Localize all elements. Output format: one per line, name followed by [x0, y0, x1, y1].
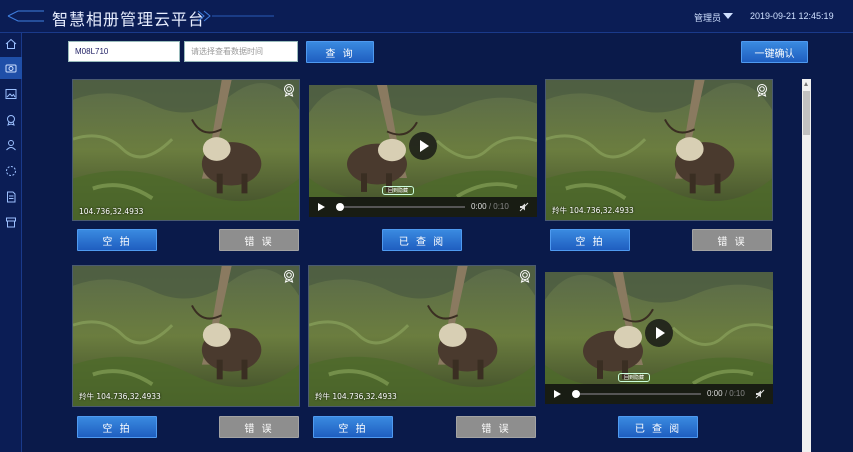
sidebar-item-awards[interactable] [0, 109, 22, 131]
photo-caption: 羚牛 104.736,32.4933 [552, 206, 634, 215]
confirm-all-button[interactable]: 一键确认 [741, 41, 808, 63]
video-card[interactable]: 回到隐藏 0:00 / 0:10 [545, 272, 773, 404]
video-controls: 0:00 / 0:10 [545, 384, 773, 404]
play-small-icon[interactable] [554, 390, 561, 398]
image-icon [5, 89, 17, 99]
scrollbar[interactable] [802, 79, 811, 452]
error-button[interactable]: 错 误 [456, 416, 536, 438]
award-icon [7, 115, 15, 126]
play-button[interactable] [409, 132, 437, 160]
user-icon [6, 140, 16, 151]
video-card[interactable]: 回到隐藏 0:00 / 0:10 [309, 85, 537, 217]
sidebar-item-refresh[interactable] [0, 160, 22, 182]
home-icon [5, 38, 17, 49]
chevron-down-icon[interactable] [723, 13, 733, 19]
photo-caption: 104.736,32.4933 [79, 207, 144, 216]
video-stamp: 回到隐藏 [382, 186, 414, 195]
viewed-button[interactable]: 已 查 阅 [618, 416, 698, 438]
video-controls: 0:00 / 0:10 [309, 197, 537, 217]
top-header: 智慧相册管理云平台 管理员 2019-09-21 12:45:19 [0, 0, 853, 33]
award-badge-icon[interactable] [518, 269, 532, 283]
device-search-input[interactable]: M08L710 [68, 41, 180, 62]
photo-card[interactable]: 羚牛 104.736,32.4933 [545, 79, 773, 221]
mute-icon[interactable] [519, 202, 529, 212]
document-icon [7, 191, 16, 203]
progress-track[interactable] [575, 393, 701, 395]
duration: / 0:10 [724, 389, 745, 398]
play-small-icon[interactable] [318, 203, 325, 211]
scroll-up-icon[interactable] [804, 82, 808, 86]
award-badge-icon[interactable] [282, 269, 296, 283]
duration: / 0:10 [488, 202, 509, 211]
sidebar-item-archive[interactable] [0, 211, 22, 233]
video-time: 0:00 / 0:10 [707, 389, 745, 398]
sidebar-item-images[interactable] [0, 83, 22, 105]
query-button[interactable]: 查 询 [306, 41, 374, 63]
play-icon [656, 327, 665, 339]
sidebar-item-camera[interactable] [0, 57, 22, 79]
award-badge-icon[interactable] [282, 83, 296, 97]
photo-caption: 羚牛 104.736,32.4933 [79, 392, 161, 401]
progress-knob[interactable] [336, 203, 344, 211]
sidebar-item-home[interactable] [0, 33, 22, 55]
sidebar [0, 33, 22, 452]
error-button[interactable]: 错 误 [692, 229, 772, 251]
user-menu[interactable]: 管理员 [694, 11, 721, 24]
empty-shot-button[interactable]: 空 拍 [550, 229, 630, 251]
viewed-button[interactable]: 已 查 阅 [382, 229, 462, 251]
video-stamp: 回到隐藏 [618, 373, 650, 382]
empty-shot-button[interactable]: 空 拍 [77, 229, 157, 251]
video-time: 0:00 / 0:10 [471, 202, 509, 211]
archive-icon [6, 217, 16, 228]
award-badge-icon[interactable] [755, 83, 769, 97]
photo-caption: 羚牛 104.736,32.4933 [315, 392, 397, 401]
app-title: 智慧相册管理云平台 [52, 10, 206, 29]
play-icon [420, 140, 429, 152]
header-deco-right-icon [197, 10, 274, 22]
photo-card[interactable]: 羚牛 104.736,32.4933 [72, 265, 300, 407]
error-button[interactable]: 错 误 [219, 229, 299, 251]
current-time: 0:00 [471, 202, 487, 211]
progress-track[interactable] [339, 206, 465, 208]
header-deco-left-icon [7, 10, 44, 22]
camera-icon [5, 64, 17, 73]
empty-shot-button[interactable]: 空 拍 [77, 416, 157, 438]
progress-knob[interactable] [572, 390, 580, 398]
refresh-icon [6, 166, 16, 176]
scrollbar-thumb[interactable] [803, 91, 810, 135]
empty-shot-button[interactable]: 空 拍 [313, 416, 393, 438]
error-button[interactable]: 错 误 [219, 416, 299, 438]
mute-icon[interactable] [755, 389, 765, 399]
current-time: 0:00 [707, 389, 723, 398]
date-picker-input[interactable]: 请选择查看数据时间 [184, 41, 298, 62]
photo-card[interactable]: 羚牛 104.736,32.4933 [308, 265, 536, 407]
play-button[interactable] [645, 319, 673, 347]
current-datetime: 2019-09-21 12:45:19 [750, 11, 834, 21]
sidebar-item-documents[interactable] [0, 186, 22, 208]
sidebar-item-users[interactable] [0, 134, 22, 156]
photo-card[interactable]: 104.736,32.4933 [72, 79, 300, 221]
